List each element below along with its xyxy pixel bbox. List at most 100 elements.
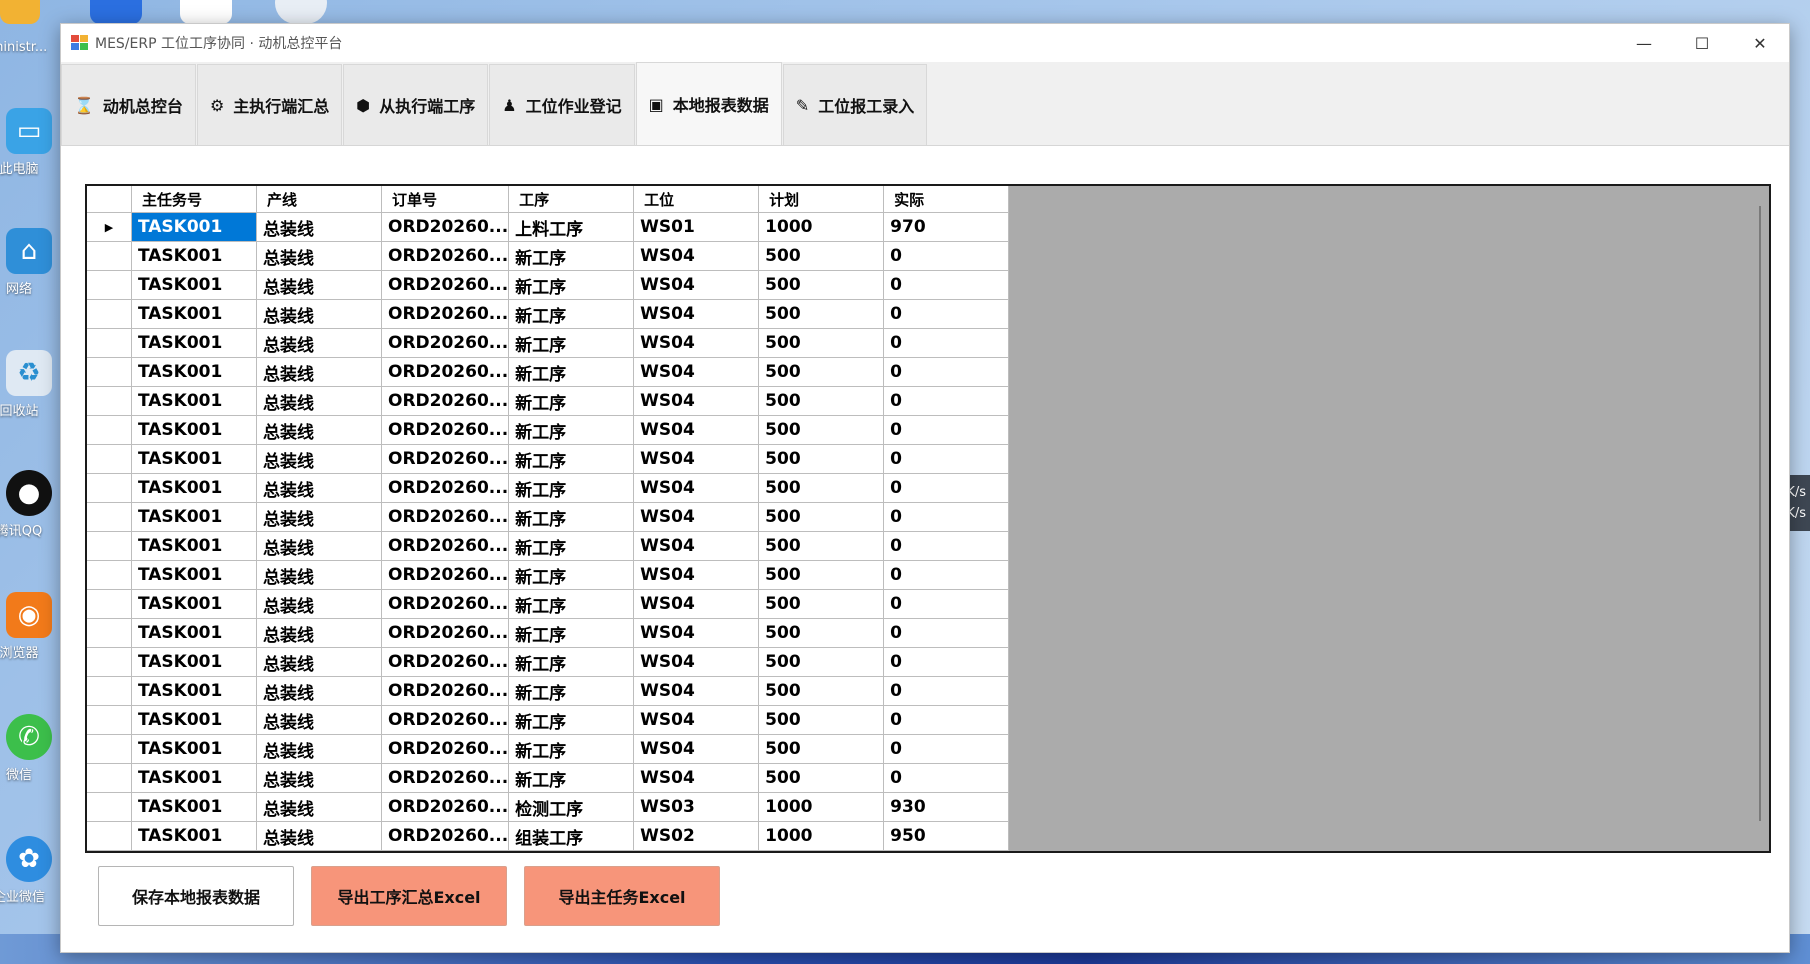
table-cell[interactable]: ORD20260... xyxy=(381,444,510,474)
table-cell[interactable]: 1000 xyxy=(758,212,885,242)
table-cell[interactable]: WS04 xyxy=(633,502,760,532)
table-cell[interactable]: TASK001 xyxy=(131,734,257,764)
table-cell[interactable]: 0 xyxy=(883,415,1010,445)
table-cell[interactable]: ORD20260... xyxy=(381,821,510,851)
desktop-icon-baidu-top[interactable] xyxy=(180,0,232,24)
table-cell[interactable]: 0 xyxy=(883,473,1010,503)
row-header-cell[interactable] xyxy=(87,444,132,474)
table-cell[interactable]: 总装线 xyxy=(256,299,382,329)
table-cell[interactable]: ORD20260... xyxy=(381,618,510,648)
table-cell[interactable]: 500 xyxy=(758,473,885,503)
table-row[interactable]: TASK001 总装线 ORD20260... 新工序 WS04 500 0 xyxy=(87,763,1010,793)
table-cell[interactable]: TASK001 xyxy=(131,821,257,851)
report-data-grid[interactable]: 主任务号 产线 订单号 工序 工位 计划 实际 ▶ TASK001 总装线 ORD20… xyxy=(85,184,1771,853)
table-cell[interactable]: 0 xyxy=(883,386,1010,416)
row-header-cell[interactable] xyxy=(87,386,132,416)
table-cell[interactable]: WS04 xyxy=(633,589,760,619)
table-cell[interactable]: ORD20260... xyxy=(381,473,510,503)
row-header-cell[interactable] xyxy=(87,328,132,358)
table-cell[interactable]: 总装线 xyxy=(256,792,382,822)
desktop-icon-wechat[interactable]: ✆ 微信 xyxy=(0,714,58,783)
table-row[interactable]: TASK001 总装线 ORD20260... 组装工序 WS02 1000 950 xyxy=(87,821,1010,851)
tab-workstation-register[interactable]: ♟ 工位作业登记 xyxy=(489,64,635,145)
table-cell[interactable]: 500 xyxy=(758,502,885,532)
row-header-cell[interactable] xyxy=(87,734,132,764)
table-cell[interactable]: 500 xyxy=(758,444,885,474)
desktop-icon-recycle-bin[interactable]: ♻ 回收站 xyxy=(0,350,58,419)
table-cell[interactable]: 总装线 xyxy=(256,415,382,445)
table-cell[interactable]: TASK001 xyxy=(131,531,257,561)
table-cell[interactable]: ORD20260... xyxy=(381,415,510,445)
table-cell[interactable]: TASK001 xyxy=(131,212,257,242)
row-header-cell[interactable] xyxy=(87,357,132,387)
table-row[interactable]: TASK001 总装线 ORD20260... 新工序 WS04 500 0 xyxy=(87,357,1010,387)
desktop-icon-app-top[interactable] xyxy=(90,0,142,24)
table-cell[interactable]: 总装线 xyxy=(256,676,382,706)
table-cell[interactable]: 检测工序 xyxy=(508,792,635,822)
table-cell[interactable]: 0 xyxy=(883,763,1010,793)
table-cell[interactable]: 500 xyxy=(758,328,885,358)
table-cell[interactable]: 组装工序 xyxy=(508,821,635,851)
row-header-cell[interactable] xyxy=(87,531,132,561)
table-cell[interactable]: WS04 xyxy=(633,734,760,764)
row-header-cell[interactable] xyxy=(87,618,132,648)
table-cell[interactable]: TASK001 xyxy=(131,705,257,735)
table-cell[interactable]: WS03 xyxy=(633,792,760,822)
minimize-button[interactable]: — xyxy=(1615,24,1673,62)
table-cell[interactable]: ORD20260... xyxy=(381,386,510,416)
table-cell[interactable]: ORD20260... xyxy=(381,763,510,793)
table-cell[interactable]: TASK001 xyxy=(131,560,257,590)
column-header[interactable]: 计划 xyxy=(758,186,885,213)
table-cell[interactable]: TASK001 xyxy=(131,299,257,329)
table-cell[interactable]: 总装线 xyxy=(256,647,382,677)
table-cell[interactable]: WS04 xyxy=(633,299,760,329)
table-cell[interactable]: 500 xyxy=(758,589,885,619)
table-cell[interactable]: ORD20260... xyxy=(381,270,510,300)
table-cell[interactable]: TASK001 xyxy=(131,647,257,677)
table-cell[interactable]: WS04 xyxy=(633,328,760,358)
table-cell[interactable]: 总装线 xyxy=(256,270,382,300)
table-cell[interactable]: 0 xyxy=(883,676,1010,706)
table-row[interactable]: TASK001 总装线 ORD20260... 新工序 WS04 500 0 xyxy=(87,705,1010,735)
table-cell[interactable]: WS04 xyxy=(633,357,760,387)
table-cell[interactable]: TASK001 xyxy=(131,473,257,503)
table-cell[interactable]: ORD20260... xyxy=(381,792,510,822)
table-cell[interactable]: 500 xyxy=(758,531,885,561)
table-cell[interactable]: 新工序 xyxy=(508,444,635,474)
row-header-cell[interactable] xyxy=(87,415,132,445)
desktop-icon-administrator[interactable]: ministr... xyxy=(0,20,58,55)
table-cell[interactable]: 新工序 xyxy=(508,589,635,619)
table-cell[interactable]: 500 xyxy=(758,270,885,300)
table-cell[interactable]: 新工序 xyxy=(508,386,635,416)
table-cell[interactable]: 总装线 xyxy=(256,560,382,590)
table-cell[interactable]: 930 xyxy=(883,792,1010,822)
row-header-cell[interactable] xyxy=(87,763,132,793)
table-cell[interactable]: 0 xyxy=(883,589,1010,619)
row-header-cell[interactable] xyxy=(87,502,132,532)
table-cell[interactable]: TASK001 xyxy=(131,444,257,474)
table-cell[interactable]: 500 xyxy=(758,357,885,387)
table-row[interactable]: TASK001 总装线 ORD20260... 新工序 WS04 500 0 xyxy=(87,502,1010,532)
table-cell[interactable]: 0 xyxy=(883,444,1010,474)
table-cell[interactable]: ORD20260... xyxy=(381,531,510,561)
title-bar[interactable]: MES/ERP 工位工序协同 · 动机总控平台 — ☐ ✕ xyxy=(61,24,1789,62)
table-cell[interactable]: WS04 xyxy=(633,560,760,590)
table-cell[interactable]: 1000 xyxy=(758,792,885,822)
table-cell[interactable]: 总装线 xyxy=(256,763,382,793)
table-cell[interactable]: 0 xyxy=(883,299,1010,329)
table-cell[interactable]: 0 xyxy=(883,618,1010,648)
table-cell[interactable]: 新工序 xyxy=(508,763,635,793)
table-cell[interactable]: 500 xyxy=(758,734,885,764)
column-header[interactable]: 实际 xyxy=(883,186,1010,213)
table-cell[interactable]: 总装线 xyxy=(256,241,382,271)
row-header-cell[interactable] xyxy=(87,705,132,735)
table-cell[interactable]: ORD20260... xyxy=(381,560,510,590)
table-cell[interactable]: ORD20260... xyxy=(381,676,510,706)
table-cell[interactable]: 新工序 xyxy=(508,328,635,358)
table-row[interactable]: TASK001 总装线 ORD20260... 检测工序 WS03 1000 930 xyxy=(87,792,1010,822)
row-header-cell[interactable]: ▶ xyxy=(87,212,132,242)
tab-slave-process[interactable]: ⬢ 从执行端工序 xyxy=(343,64,489,145)
table-cell[interactable]: WS02 xyxy=(633,821,760,851)
table-cell[interactable]: 新工序 xyxy=(508,299,635,329)
table-cell[interactable]: TASK001 xyxy=(131,415,257,445)
